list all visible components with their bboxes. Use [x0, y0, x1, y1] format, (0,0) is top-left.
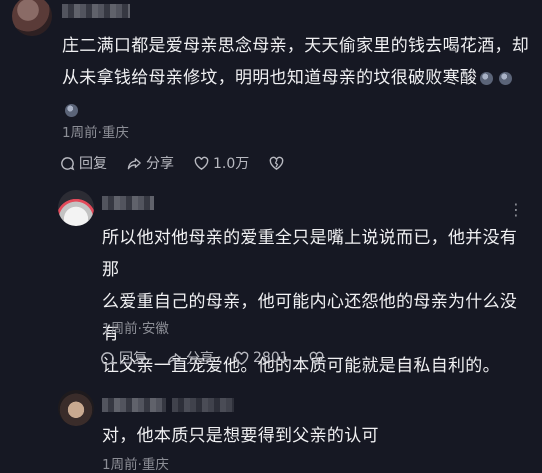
share-button[interactable]: 分享	[127, 153, 174, 173]
share-arrow-icon	[167, 352, 181, 364]
comment-actions: 回复 分享 2801	[100, 348, 344, 368]
comment-text: 对，他本质只是想要得到父亲的认可	[102, 420, 532, 452]
more-dots-icon[interactable]: ⋮	[508, 202, 524, 218]
dislike-button[interactable]	[269, 156, 284, 171]
comment-line: 所以他对他母亲的爱重全只是嘴上说说而已，他并没有那	[102, 228, 518, 280]
like-button[interactable]: 1.0万	[194, 153, 249, 173]
reply-button[interactable]: 回复	[60, 153, 107, 173]
reply-label: 回复	[79, 156, 107, 172]
sticker-emoji-icon	[65, 103, 78, 117]
username-blurred[interactable]	[62, 4, 130, 18]
like-count: 1.0万	[213, 156, 250, 172]
reply-button[interactable]: 回复	[100, 348, 147, 368]
like-button[interactable]: 2801	[234, 350, 289, 366]
comment-line-text: 从未拿钱给母亲修坟，明明也知道母亲的坟很破败寒酸	[62, 68, 478, 88]
share-button[interactable]: 分享	[167, 348, 214, 368]
reply-bubble-icon	[101, 351, 115, 365]
comment-line: 庄二满口都是爱母亲思念母亲，天天偷家里的钱去喝花酒，却	[62, 36, 530, 56]
avatar[interactable]	[58, 390, 94, 426]
username-blurred[interactable]	[102, 398, 166, 412]
sticker-emoji-icon	[480, 71, 494, 85]
comment-text: 庄二满口都是爱母亲思念母亲，天天偷家里的钱去喝花酒，却 从未拿钱给母亲修坟，明明…	[62, 30, 532, 126]
comment-meta: 1周前·重庆	[102, 457, 169, 473]
sticker-emoji-icon	[499, 71, 513, 85]
share-label: 分享	[186, 351, 214, 367]
dislike-button[interactable]	[309, 351, 324, 366]
like-count: 2801	[253, 350, 289, 366]
comment-meta: 1周前·安徽	[102, 321, 169, 337]
reply-bubble-icon	[61, 156, 75, 170]
comment-actions: 回复 分享 1.0万	[60, 153, 304, 173]
comment-meta: 1周前·重庆	[62, 125, 129, 141]
broken-heart-icon	[269, 156, 284, 170]
username-blurred[interactable]	[102, 196, 154, 210]
reply-label: 回复	[119, 351, 147, 367]
heart-icon	[194, 156, 209, 170]
heart-icon	[234, 351, 249, 365]
avatar[interactable]	[12, 0, 52, 36]
avatar[interactable]	[58, 190, 94, 226]
comment-line: 从未拿钱给母亲修坟，明明也知道母亲的坟很破败寒酸	[62, 62, 532, 94]
reply-target-blurred[interactable]	[172, 398, 234, 412]
comment-line: 对，他本质只是想要得到父亲的认可	[102, 426, 379, 446]
share-arrow-icon	[127, 157, 141, 169]
comment-line	[62, 94, 532, 126]
broken-heart-icon	[309, 351, 323, 365]
share-label: 分享	[146, 156, 174, 172]
